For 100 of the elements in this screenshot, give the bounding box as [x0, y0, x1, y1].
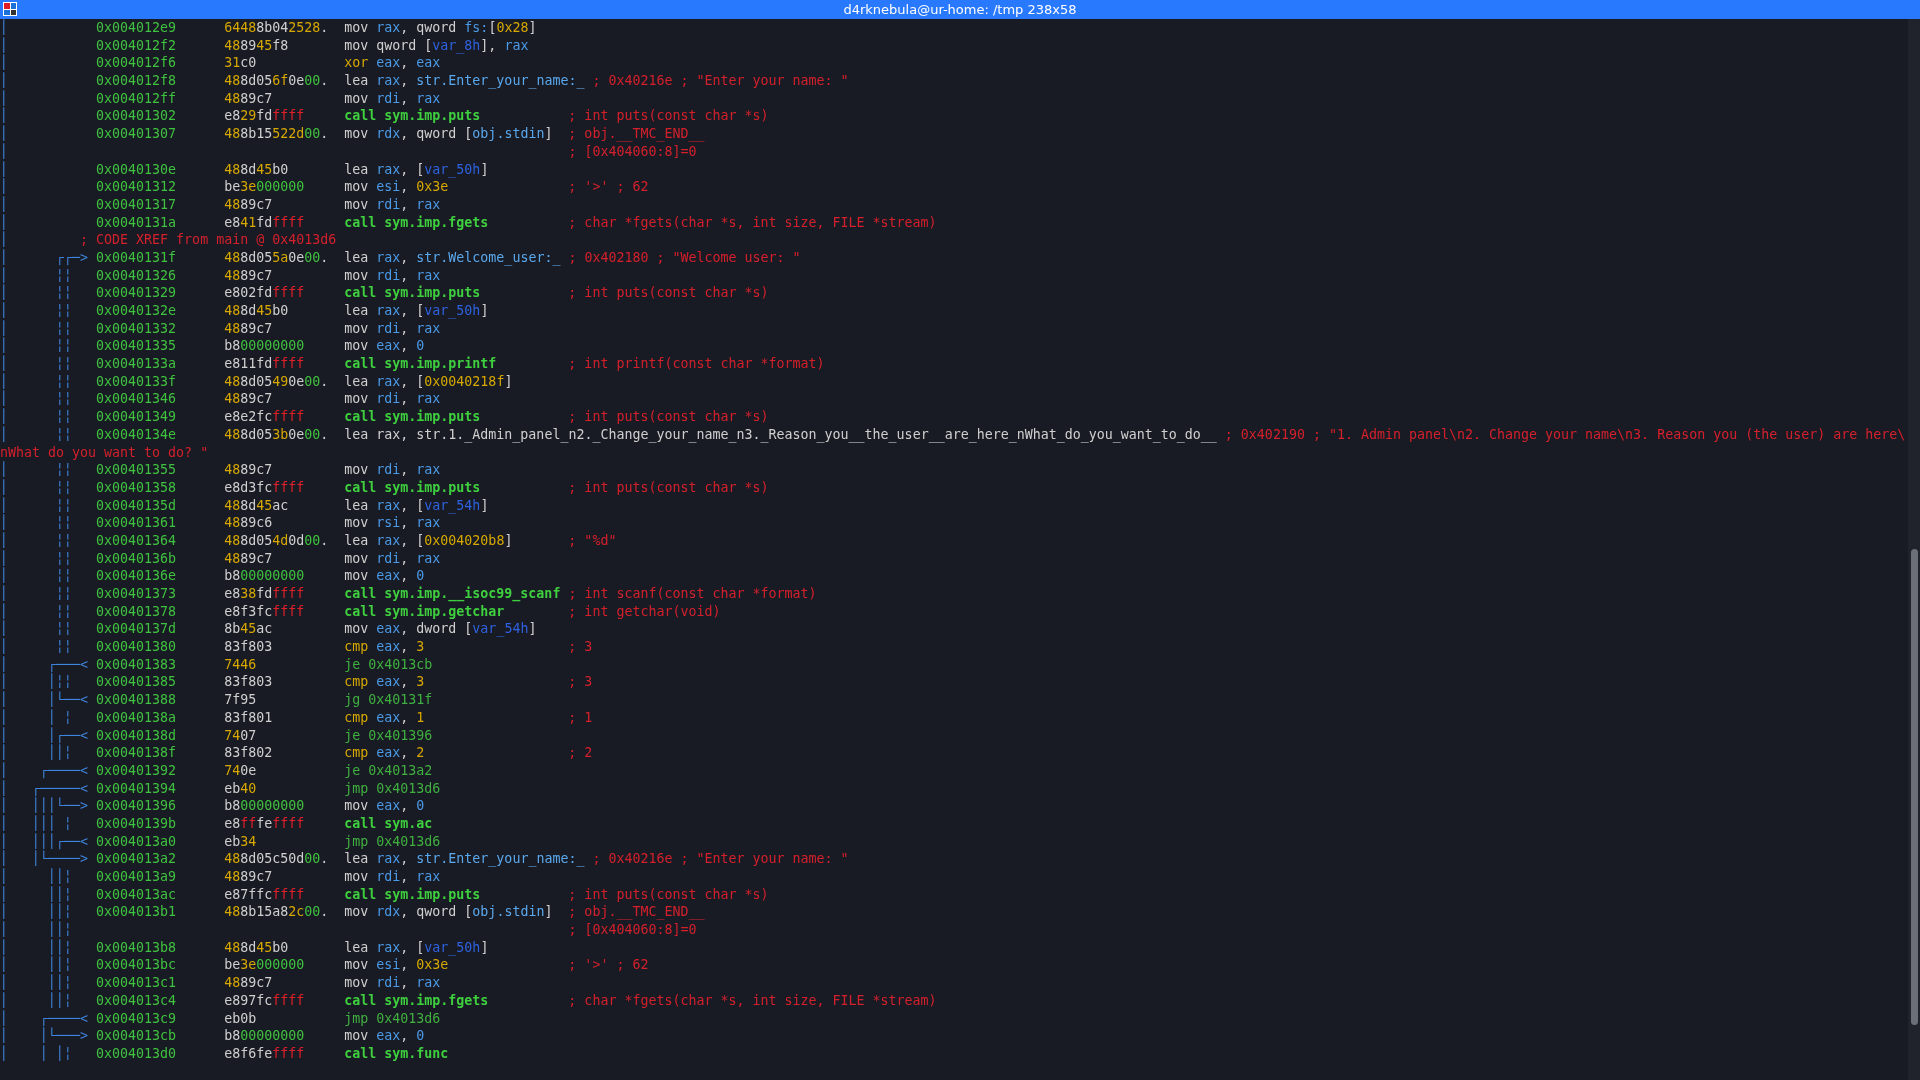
branch-graph: │ ││╎ [0, 991, 74, 1010]
branch-graph: │ ││╎ [0, 974, 74, 992]
opcode-bytes: 4889c7 [224, 461, 274, 479]
branch-graph: │ ╎╎ [0, 638, 74, 656]
branch-graph: │ [0, 195, 9, 214]
branch-graph: │ ╎╎ [0, 425, 74, 444]
address: 0x004013ac [96, 885, 178, 904]
opcode-bytes: 7446 [224, 655, 258, 674]
instruction: lea rax, str.Enter_your_name:_ [344, 72, 585, 90]
address: 0x00401361 [96, 514, 178, 532]
instruction: mov rdi, rax [344, 266, 442, 285]
instruction: cmp eax, 1 [344, 708, 426, 727]
branch-graph: │ ╎╎ [0, 531, 74, 550]
branch-graph: │ │ │╎ [0, 1044, 74, 1063]
opcode-bytes: 7407 [224, 726, 258, 745]
opcode-bytes: e897fcffff [224, 991, 306, 1010]
instruction: mov eax, 0 [344, 797, 426, 815]
branch-graph: │ ││╎ [0, 956, 74, 974]
instruction: lea rax, [var_50h] [344, 160, 490, 179]
branch-graph: │ ╎╎ [0, 567, 74, 585]
instruction: lea rax, str.1._Admin_panel_n2._Change_your_name_n3._Reason_you__the_user__are_here_nWhat_do_you_want_to_do__ [344, 425, 1217, 444]
branch-graph: │ │╎╎ [0, 673, 73, 691]
address: 0x00401358 [96, 478, 178, 497]
address: 0x00401307 [96, 125, 178, 143]
comment: ; 1 [568, 708, 593, 727]
branch-graph: │ │││ ╎ [0, 814, 74, 833]
comment: ; int puts(const char *s) [568, 408, 769, 426]
instruction: xor eax, eax [344, 54, 442, 73]
address: 0x0040135d [96, 496, 178, 515]
opcode-bytes: 488945f8 [224, 36, 290, 55]
branch-graph: │ │└───> [0, 1027, 90, 1045]
instruction: lea rax, [var_50h] [344, 938, 490, 957]
address: 0x004013d0 [96, 1044, 178, 1063]
instruction: lea rax, [var_54h] [344, 496, 490, 515]
branch-graph: │ [0, 54, 9, 72]
opcode-bytes: 488d055a0e00. [224, 248, 330, 267]
scrollbar[interactable] [1908, 19, 1920, 1080]
scrollbar-thumb[interactable] [1910, 549, 1918, 1025]
branch-graph: │ │└──< [0, 691, 90, 709]
branch-graph: │ ┌────< [0, 1009, 90, 1027]
branch-graph: │ [0, 142, 9, 161]
address: 0x0040138a [96, 708, 178, 727]
window-title: d4rknebula@ur-home: /tmp 238x58 [843, 3, 1077, 16]
opcode-bytes: b800000000 [224, 1027, 306, 1045]
instruction: lea rax, [var_50h] [344, 302, 490, 320]
branch-graph: │ │││┌──< [0, 832, 90, 850]
address: 0x00401385 [96, 673, 178, 692]
opcode-bytes: e87ffcffff [224, 885, 306, 904]
opcode-bytes: eb0b [224, 1009, 258, 1028]
opcode-bytes: e8f3fcffff [224, 602, 306, 621]
opcode-bytes: 488d45ac [224, 496, 290, 515]
comment: ; [0x404060:8]=0 [568, 142, 697, 161]
instruction: mov rdx, qword [obj.stdin] [344, 125, 554, 143]
instruction: mov rdi, rax [344, 390, 442, 409]
opcode-bytes: 4889c6 [224, 514, 274, 532]
address: 0x00401332 [96, 319, 178, 338]
instruction: mov eax, 0 [344, 567, 426, 585]
comment: ; '>' ; 62 [568, 178, 649, 196]
instruction: call sym.func [344, 1044, 450, 1063]
opcode-bytes: 488b15522d00. [224, 125, 330, 143]
opcode-bytes: eb34 [224, 832, 258, 851]
branch-graph: │ ╎╎ [0, 266, 74, 284]
opcode-bytes: 4889c7 [224, 89, 274, 108]
instruction: je 0x4013cb [344, 655, 434, 674]
branch-graph: │ ╎╎ [0, 372, 74, 391]
instruction: mov rdx, qword [obj.stdin] [344, 903, 554, 922]
branch-graph: │ ││╎ [0, 903, 74, 921]
address: 0x0040131a [96, 213, 178, 232]
address: 0x00401355 [96, 461, 178, 479]
comment: ; int scanf(const char *format) [568, 585, 817, 603]
branch-graph: │ │└────> [0, 850, 90, 868]
opcode-bytes: 4889c7 [224, 549, 274, 568]
opcode-bytes: 7f95 [224, 691, 258, 709]
opcode-bytes: e811fdffff [224, 355, 306, 373]
instruction: call sym.imp.fgets [344, 991, 490, 1010]
instruction: mov rsi, rax [344, 514, 442, 532]
instruction: mov eax, dword [var_54h] [344, 620, 538, 639]
instruction: jg 0x40131f [344, 691, 434, 709]
app-icon[interactable] [3, 2, 17, 16]
instruction: mov rax, qword fs:[0x28] [344, 19, 538, 37]
instruction: mov rdi, rax [344, 868, 442, 886]
address: 0x004013b8 [96, 938, 178, 957]
opcode-bytes: 83f802 [224, 744, 274, 762]
address: 0x0040138d [96, 726, 178, 745]
instruction: jmp 0x4013d6 [344, 832, 442, 851]
address: 0x00401312 [96, 178, 178, 196]
branch-graph: │ [0, 213, 9, 231]
opcode-bytes: 488b15a82c00. [224, 903, 330, 922]
instruction: mov eax, 0 [344, 337, 426, 356]
instruction: mov eax, 0 [344, 1027, 426, 1045]
instruction: je 0x4013a2 [344, 761, 434, 780]
opcode-bytes: be3e000000 [224, 178, 306, 196]
address: 0x00401396 [96, 797, 178, 815]
address: 0x00401388 [96, 691, 178, 709]
address: 0x004013c9 [96, 1009, 178, 1028]
instruction: mov rdi, rax [344, 974, 442, 992]
branch-graph: │ ┌┌─> [0, 248, 90, 267]
opcode-bytes: 83f803 [224, 673, 274, 692]
branch-graph: │ ╎╎ [0, 549, 74, 567]
address: 0x0040136b [96, 549, 178, 568]
